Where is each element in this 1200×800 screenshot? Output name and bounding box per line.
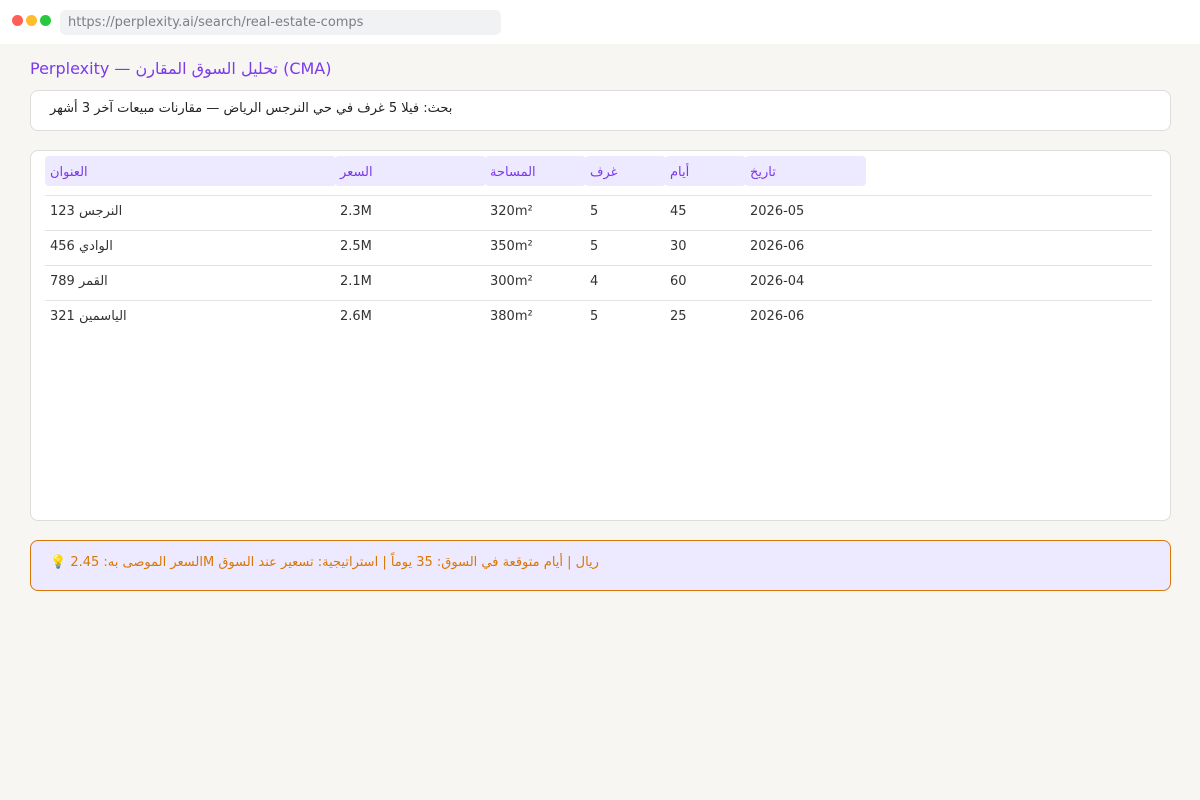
maximize-window-button[interactable] [40, 15, 51, 26]
cell-area: 380m² [490, 309, 533, 324]
cell-date: 2026-06 [750, 239, 805, 254]
cell-price: 2.5M [340, 239, 372, 254]
cell-rooms: 4 [590, 274, 599, 289]
browser-toolbar: https://perplexity.ai/search/real-estate… [0, 0, 1200, 44]
cell-price: 2.1M [340, 274, 372, 289]
cell-rooms: 5 [590, 239, 599, 254]
cell-days: 25 [670, 309, 687, 324]
row-divider [45, 300, 1152, 301]
search-query-box[interactable]: بحث: فيلا 5 غرف في حي النرجس الرياض — مق… [30, 90, 1171, 131]
header-days[interactable]: أيام [665, 156, 746, 186]
cell-area: 300m² [490, 274, 533, 289]
cell-address: الوادي 456 [50, 239, 113, 254]
cell-area: 350m² [490, 239, 533, 254]
cell-rooms: 5 [590, 204, 599, 219]
header-address[interactable]: العنوان [45, 156, 336, 186]
cell-price: 2.3M [340, 204, 372, 219]
cell-days: 30 [670, 239, 687, 254]
header-price[interactable]: السعر [335, 156, 486, 186]
cell-days: 60 [670, 274, 687, 289]
cell-date: 2026-05 [750, 204, 805, 219]
cell-days: 45 [670, 204, 687, 219]
cell-address: النرجس 123 [50, 204, 123, 219]
page-title: Perplexity — تحليل السوق المقارن (CMA) [30, 59, 332, 78]
row-divider [45, 195, 1152, 196]
cell-date: 2026-06 [750, 309, 805, 324]
cell-address: الياسمين 321 [50, 309, 127, 324]
address-bar[interactable]: https://perplexity.ai/search/real-estate… [60, 10, 501, 35]
comps-table: العنوان السعر المساحة غرف أيام تاريخ الن… [30, 150, 1171, 521]
price-recommendation-banner: 💡 السعر الموصى به: 2.45M ريال | أيام متو… [30, 540, 1171, 591]
header-area[interactable]: المساحة [485, 156, 586, 186]
row-divider [45, 230, 1152, 231]
cell-area: 320m² [490, 204, 533, 219]
cell-date: 2026-04 [750, 274, 805, 289]
minimize-window-button[interactable] [26, 15, 37, 26]
header-rooms[interactable]: غرف [585, 156, 666, 186]
cell-price: 2.6M [340, 309, 372, 324]
cell-rooms: 5 [590, 309, 599, 324]
row-divider [45, 265, 1152, 266]
header-date[interactable]: تاريخ [745, 156, 866, 186]
close-window-button[interactable] [12, 15, 23, 26]
cell-address: القمر 789 [50, 274, 108, 289]
